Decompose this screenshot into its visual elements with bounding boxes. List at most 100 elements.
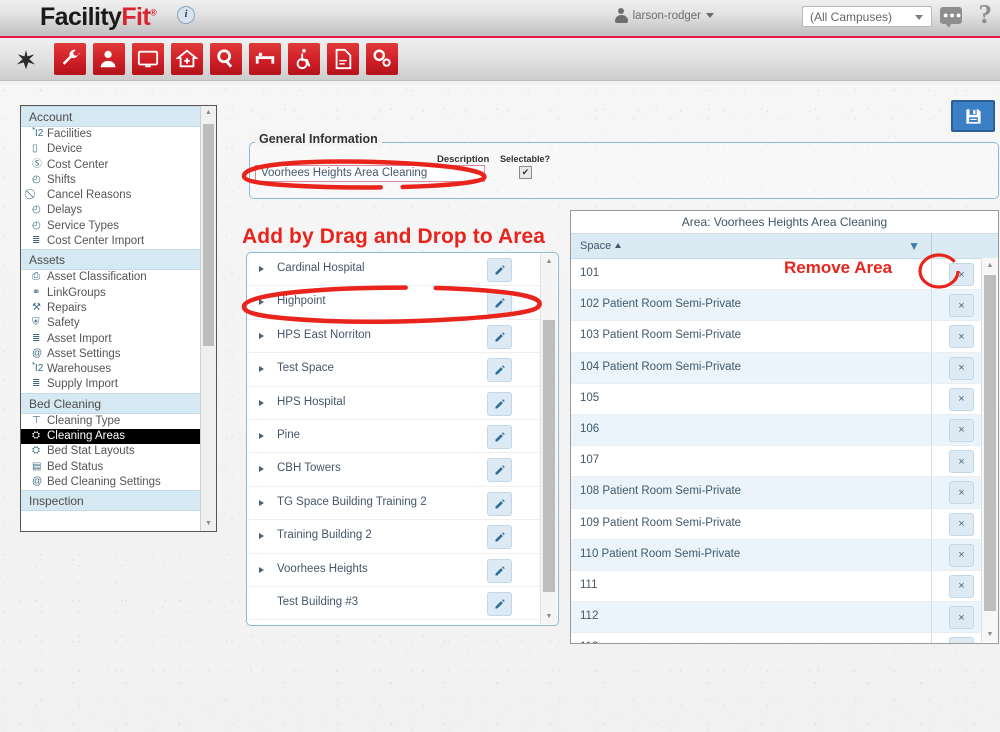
expand-triangle-icon[interactable]	[259, 266, 264, 272]
remove-area-button[interactable]: ×	[949, 418, 974, 442]
pencil-icon[interactable]	[487, 491, 512, 516]
remove-area-button[interactable]: ×	[949, 387, 974, 411]
grid-scroll-thumb[interactable]	[984, 275, 996, 611]
scroll-up-icon[interactable]: ▲	[541, 254, 557, 269]
expand-triangle-icon[interactable]	[259, 499, 264, 506]
pencil-icon[interactable]	[487, 458, 512, 483]
table-row[interactable]: 103 Patient Room Semi-Private ×	[571, 321, 998, 353]
table-row[interactable]: 111 ×	[571, 570, 998, 603]
bed-icon[interactable]	[249, 43, 281, 75]
table-row[interactable]: 108 Patient Room Semi-Private ×	[571, 477, 998, 509]
tree-row[interactable]: Test Building #3	[247, 587, 558, 621]
tree-row[interactable]: Highpoint	[247, 286, 558, 320]
info-icon[interactable]: i	[177, 6, 195, 24]
sidebar-group-assets[interactable]: Assets	[21, 249, 216, 271]
tree-scrollbar[interactable]: ▲ ▼	[540, 254, 557, 624]
building-tree-panel[interactable]: Cardinal Hospital Highpoint HPS East Norri…	[246, 252, 559, 626]
sidebar-item-shifts[interactable]: ◴ Shifts	[21, 173, 216, 188]
save-button[interactable]	[951, 100, 995, 132]
table-row[interactable]: 104 Patient Room Semi-Private ×	[571, 352, 998, 384]
remove-area-button[interactable]: ×	[949, 574, 974, 598]
sidebar-item-cleaning-areas[interactable]: ⛭ Cleaning Areas	[21, 429, 211, 445]
sidebar-item-cost-center-import[interactable]: ≣ Cost Center Import	[21, 234, 216, 249]
sidebar-item-cleaning-type[interactable]: ⊤ Cleaning Type	[21, 414, 216, 429]
campus-select[interactable]: (All Campuses)	[802, 6, 932, 27]
monitor-icon[interactable]	[132, 43, 164, 75]
pencil-icon[interactable]	[487, 291, 512, 316]
settings-sidebar[interactable]: Account Ἶ2 Facilities ▯ Device Ⓢ Cost Center ◴ S…	[20, 105, 217, 532]
expand-triangle-icon[interactable]	[259, 366, 264, 373]
table-row[interactable]: 110 Patient Room Semi-Private ×	[571, 539, 998, 571]
remove-area-button[interactable]: ×	[949, 512, 974, 536]
pencil-icon[interactable]	[487, 258, 512, 282]
scroll-down-icon[interactable]: ▼	[201, 517, 216, 531]
scroll-down-icon[interactable]: ▼	[541, 609, 557, 624]
sidebar-item-repairs[interactable]: ⚒ Repairs	[21, 301, 216, 316]
tree-row[interactable]: TG Space Building Training 2	[247, 487, 558, 521]
sidebar-item-bed-status[interactable]: ▤ Bed Status	[21, 460, 216, 475]
remove-area-button[interactable]: ×	[949, 481, 974, 505]
table-row[interactable]: 112 ×	[571, 602, 998, 634]
table-row[interactable]: 106 ×	[571, 414, 998, 447]
sidebar-item-service-types[interactable]: ◴ Service Types	[21, 219, 216, 234]
sidebar-scroll-thumb[interactable]	[203, 124, 214, 346]
remove-area-button[interactable]: ×	[949, 606, 974, 630]
sidebar-item-facilities[interactable]: Ἶ2 Facilities	[21, 127, 216, 142]
sidebar-item-bed-cleaning-settings[interactable]: @ Bed Cleaning Settings	[21, 475, 216, 490]
tree-row[interactable]: HPS Hospital	[247, 387, 558, 420]
remove-area-button[interactable]: ×	[949, 325, 974, 349]
expand-triangle-icon[interactable]	[259, 432, 264, 439]
expand-triangle-icon[interactable]	[259, 533, 264, 540]
sidebar-item-bed-stat-layouts[interactable]: ⛭ Bed Stat Layouts	[21, 444, 216, 459]
column-header-space[interactable]: Space	[580, 240, 622, 252]
pencil-icon[interactable]	[487, 558, 512, 583]
tree-scroll-thumb[interactable]	[543, 320, 555, 592]
filter-icon[interactable]: ▼	[908, 239, 920, 253]
pencil-icon[interactable]	[487, 525, 512, 550]
sidebar-group-account[interactable]: Account	[21, 106, 216, 127]
help-icon[interactable]: ?	[979, 0, 993, 30]
expand-triangle-icon[interactable]	[259, 466, 264, 473]
sidebar-item-device[interactable]: ▯ Device	[21, 142, 216, 157]
sidebar-item-asset-classification[interactable]: ⎙ Asset Classification	[21, 270, 216, 285]
remove-area-button[interactable]: ×	[949, 543, 974, 567]
remove-area-button[interactable]: ×	[949, 356, 974, 380]
sidebar-group-bed-cleaning[interactable]: Bed Cleaning	[21, 392, 216, 414]
expand-triangle-icon[interactable]	[259, 332, 264, 339]
sidebar-group-inspection[interactable]: Inspection	[21, 490, 216, 512]
pencil-icon[interactable]	[487, 324, 512, 349]
magnifier-icon[interactable]	[210, 43, 242, 75]
expand-triangle-icon[interactable]	[259, 299, 264, 306]
gears-icon[interactable]	[366, 43, 398, 75]
remove-area-button[interactable]: ×	[949, 263, 974, 286]
expand-triangle-icon[interactable]	[259, 566, 264, 573]
person-icon[interactable]	[93, 43, 125, 75]
expand-triangle-icon[interactable]	[259, 399, 264, 406]
sidebar-scrollbar[interactable]: ▲ ▼	[200, 106, 216, 531]
table-row[interactable]: 109 Patient Room Semi-Private ×	[571, 508, 998, 540]
table-row[interactable]: 102 Patient Room Semi-Private ×	[571, 290, 998, 322]
chat-icon[interactable]: ●●●	[940, 7, 962, 28]
wrench-icon[interactable]	[54, 43, 86, 75]
remove-area-button[interactable]: ×	[949, 637, 974, 643]
pencil-icon[interactable]	[487, 358, 512, 383]
tree-row[interactable]: Voorhees Heights	[247, 554, 558, 587]
description-input[interactable]: Voorhees Heights Area Cleaning	[255, 165, 485, 182]
user-menu[interactable]: larson-rodger	[614, 8, 714, 23]
tree-row[interactable]: HPS East Norriton	[247, 320, 558, 354]
scroll-up-icon[interactable]: ▲	[982, 258, 998, 273]
sidebar-item-linkgroups[interactable]: ⚭ LinkGroups	[21, 286, 216, 301]
sidebar-item-warehouses[interactable]: Ἶ2 Warehouses	[21, 362, 216, 377]
table-row[interactable]: 113 ×	[571, 633, 998, 643]
remove-area-button[interactable]: ×	[949, 294, 974, 318]
table-row[interactable]: 107 ×	[571, 446, 998, 478]
sidebar-item-asset-import[interactable]: ≣ Asset Import	[21, 332, 216, 347]
scroll-down-icon[interactable]: ▼	[982, 627, 998, 642]
sidebar-item-cancel-reasons[interactable]: ⃠ Cancel Reasons	[21, 188, 216, 203]
remove-area-button[interactable]: ×	[949, 450, 974, 474]
sidebar-item-safety[interactable]: ⛨ Safety	[21, 316, 216, 331]
selectable-checkbox[interactable]: ✔	[519, 166, 532, 179]
pencil-icon[interactable]	[487, 424, 512, 449]
tree-row[interactable]: Test Space	[247, 353, 558, 387]
tree-row[interactable]: Training Building 2	[247, 520, 558, 554]
